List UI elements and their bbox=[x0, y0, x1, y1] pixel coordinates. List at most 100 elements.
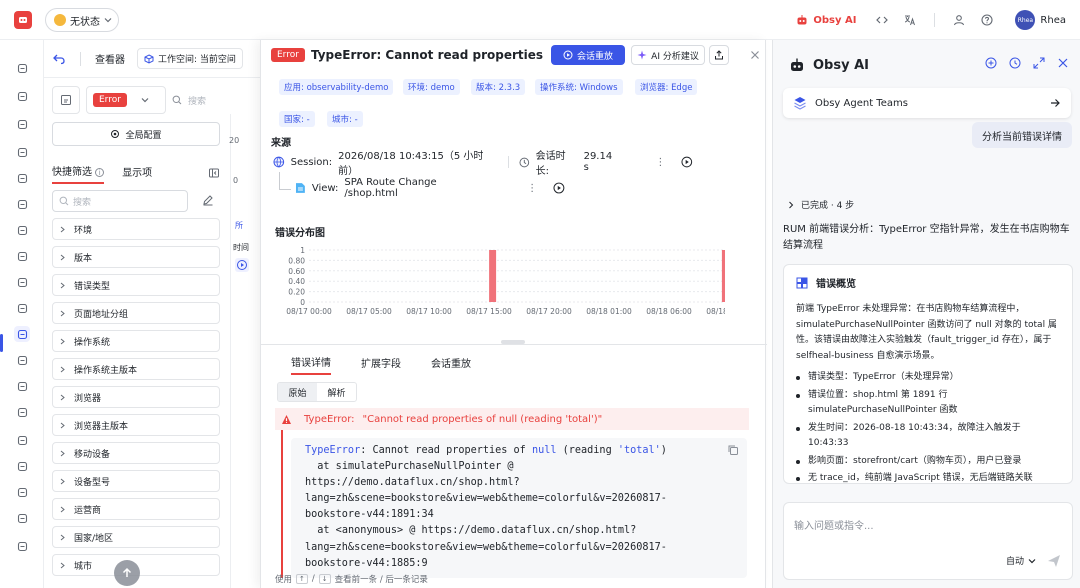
layers-icon[interactable] bbox=[14, 326, 30, 342]
error-overview-card: 错误概览 前端 TypeError 未处理异常：在书店购物车结算流程中，simu… bbox=[783, 264, 1073, 484]
workspace-selector[interactable]: 工作空间: 当前空间 bbox=[137, 48, 243, 69]
session-replay-button[interactable]: 会话重放 bbox=[551, 45, 625, 65]
new-chat-icon[interactable] bbox=[982, 54, 1000, 72]
facet-label: 移动设备 bbox=[74, 449, 111, 460]
source-title: 来源 bbox=[271, 138, 291, 149]
y-tick-label: 1 bbox=[300, 246, 305, 255]
facet-item[interactable]: 运营商 bbox=[52, 498, 220, 520]
ai-input-box[interactable]: 输入问题或指令... 自动 bbox=[783, 502, 1073, 580]
user-name[interactable]: Rhea bbox=[1040, 15, 1066, 26]
tab-quick-filter[interactable]: 快捷筛选 i bbox=[52, 163, 105, 184]
back-to-top-button[interactable] bbox=[114, 560, 140, 586]
play-circle-icon[interactable] bbox=[553, 182, 565, 194]
facet-item[interactable]: 国家/地区 bbox=[52, 526, 220, 548]
tag-env[interactable]: 环境: demo bbox=[403, 79, 460, 95]
back-arrow-icon[interactable] bbox=[52, 52, 66, 66]
facet-search-input[interactable]: 搜索 bbox=[52, 190, 188, 212]
integration-icon[interactable] bbox=[14, 538, 30, 554]
play-circle-icon[interactable] bbox=[681, 156, 693, 168]
facet-item[interactable]: 版本 bbox=[52, 246, 220, 268]
agent-teams-icon bbox=[794, 97, 806, 110]
tag-country[interactable]: 国家: - bbox=[279, 111, 315, 127]
cube-icon bbox=[144, 53, 154, 64]
user-icon[interactable] bbox=[945, 6, 973, 34]
global-config-button[interactable]: 全局配置 bbox=[52, 122, 220, 146]
workspace-label: 工作空间: 当前空间 bbox=[158, 55, 236, 65]
home-icon[interactable] bbox=[14, 60, 30, 76]
database-icon[interactable] bbox=[14, 404, 30, 420]
history-icon[interactable] bbox=[1006, 54, 1024, 72]
more-icon[interactable]: ⋮ bbox=[655, 157, 665, 168]
close-icon[interactable] bbox=[1054, 54, 1072, 72]
help-icon[interactable] bbox=[973, 6, 1001, 34]
tab-session-replay[interactable]: 会话重放 bbox=[431, 355, 471, 374]
ai-analysis-button[interactable]: AI 分析建议 bbox=[631, 45, 705, 65]
share-icon[interactable] bbox=[709, 45, 729, 65]
facet-item[interactable]: 设备型号 bbox=[52, 470, 220, 492]
facet-item[interactable]: 浏览器主版本 bbox=[52, 414, 220, 436]
x-tick-label: 08/17 05:00 bbox=[346, 307, 392, 316]
status-dropdown[interactable]: 无状态 bbox=[45, 8, 119, 32]
tab-display-items[interactable]: 显示项 bbox=[122, 164, 152, 183]
tag-browser[interactable]: 浏览器: Edge bbox=[635, 79, 698, 95]
bug-icon[interactable] bbox=[14, 170, 30, 186]
copy-icon[interactable] bbox=[727, 444, 739, 456]
billing-icon[interactable] bbox=[14, 510, 30, 526]
obsy-ai-button[interactable]: Obsy AI bbox=[796, 14, 856, 26]
chevron-down-icon bbox=[141, 98, 149, 103]
overview-icon bbox=[796, 277, 808, 288]
target-icon[interactable] bbox=[14, 144, 30, 160]
chevron-down-icon bbox=[1028, 558, 1036, 563]
chart-icon[interactable] bbox=[14, 248, 30, 264]
close-icon[interactable] bbox=[745, 45, 765, 65]
code-icon[interactable] bbox=[868, 6, 896, 34]
avatar[interactable]: Rhea bbox=[1015, 10, 1036, 30]
facet-item[interactable]: 页面地址分组 bbox=[52, 302, 220, 324]
facet-item[interactable]: 移动设备 bbox=[52, 442, 220, 464]
chevron-right-icon bbox=[789, 201, 794, 208]
chart-bar bbox=[489, 250, 497, 302]
facet-item[interactable]: 操作系统 bbox=[52, 330, 220, 352]
shield-icon[interactable] bbox=[14, 378, 30, 394]
arrow-right-icon bbox=[1051, 99, 1060, 107]
steps-done-toggle[interactable]: 已完成 · 4 步 bbox=[787, 198, 854, 211]
more-icon[interactable]: ⋮ bbox=[527, 183, 537, 194]
app-grid-icon[interactable] bbox=[14, 300, 30, 316]
list-icon[interactable] bbox=[14, 274, 30, 290]
tab-extended-fields[interactable]: 扩展字段 bbox=[361, 355, 401, 374]
security-icon[interactable] bbox=[14, 458, 30, 474]
send-icon[interactable] bbox=[1046, 553, 1062, 569]
edit-icon[interactable] bbox=[202, 194, 214, 206]
tab-error-detail[interactable]: 错误详情 bbox=[291, 354, 331, 375]
tag-city[interactable]: 城市: - bbox=[327, 111, 363, 127]
facet-item[interactable]: 操作系统主版本 bbox=[52, 358, 220, 380]
toggle-parsed[interactable]: 解析 bbox=[317, 383, 356, 401]
play-icon[interactable] bbox=[235, 258, 249, 272]
filter-toggle-icon[interactable] bbox=[52, 86, 80, 114]
facet-item[interactable]: 浏览器 bbox=[52, 386, 220, 408]
storage-icon[interactable] bbox=[14, 432, 30, 448]
facet-item[interactable]: 环境 bbox=[52, 218, 220, 240]
test-icon[interactable] bbox=[14, 352, 30, 368]
monitor-icon[interactable] bbox=[14, 116, 30, 132]
tag-os[interactable]: 操作系统: Windows bbox=[535, 79, 623, 95]
document-icon[interactable] bbox=[14, 222, 30, 238]
bullet-text: 影响页面：storefront/cart（购物车页），用户已登录 bbox=[808, 455, 1022, 466]
expand-icon[interactable] bbox=[1030, 54, 1048, 72]
agent-teams-card[interactable]: Obsy Agent Teams bbox=[783, 88, 1071, 118]
toggle-raw[interactable]: 原始 bbox=[278, 383, 317, 401]
tag-app[interactable]: 应用: observability-demo bbox=[279, 79, 394, 95]
app-logo-icon[interactable] bbox=[14, 11, 32, 29]
tag-version[interactable]: 版本: 2.3.3 bbox=[471, 79, 526, 95]
collapse-panel-icon[interactable] bbox=[208, 167, 220, 179]
facet-item[interactable]: 错误类型 bbox=[52, 274, 220, 296]
settings-sliders-icon[interactable] bbox=[14, 484, 30, 500]
bullet-item: 错误位置：shop.html 第 1891 行 simulatePurchase… bbox=[796, 388, 1060, 419]
viewer-search-input[interactable]: 搜索 bbox=[172, 86, 206, 114]
mode-select[interactable]: 自动 bbox=[1006, 554, 1036, 567]
network-icon[interactable] bbox=[14, 196, 30, 212]
dashboard-icon[interactable] bbox=[14, 88, 30, 104]
chevron-right-icon bbox=[60, 478, 65, 484]
translate-icon[interactable] bbox=[896, 6, 924, 34]
error-level-select[interactable]: Error bbox=[86, 86, 166, 114]
